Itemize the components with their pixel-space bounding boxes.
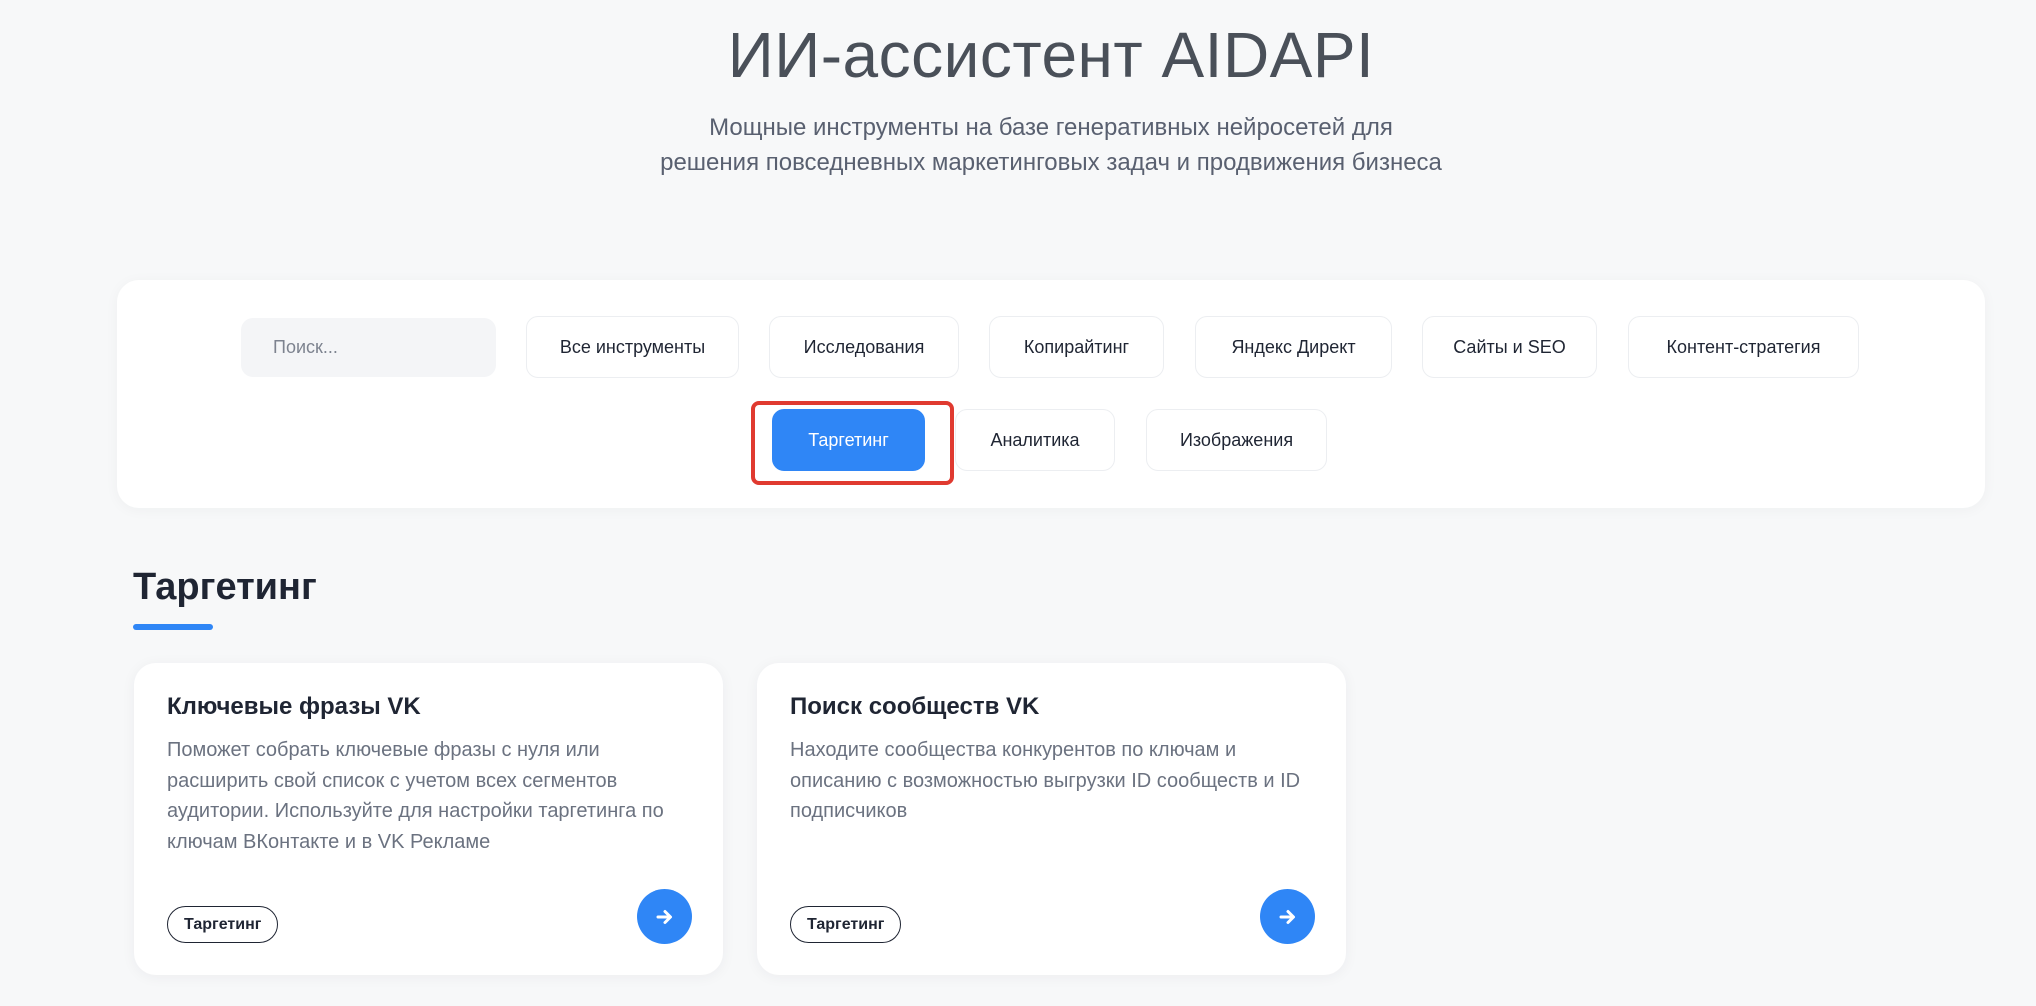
filter-targeting-button[interactable]: Таргетинг (772, 409, 925, 471)
card-tag[interactable]: Таргетинг (790, 906, 902, 943)
card-title: Поиск сообществ VK (790, 693, 1040, 720)
arrow-right-icon (656, 909, 672, 924)
section-title: Таргетинг (133, 566, 317, 608)
filter-images-button[interactable]: Изображения (1146, 409, 1327, 471)
card-open-button[interactable] (1260, 889, 1315, 944)
page-title: ИИ-ассистент AIDAPI (727, 19, 1375, 91)
filter-analytics-button[interactable]: Аналитика (955, 409, 1115, 471)
filter-panel (117, 280, 1985, 508)
subtitle-line: решения повседневных маркетинговых задач… (660, 149, 1442, 176)
arrow-right-icon (1279, 909, 1295, 924)
filter-copywriting-button[interactable]: Копирайтинг (989, 316, 1164, 378)
page-subtitle: Мощные инструменты на базе генеративных … (0, 110, 2036, 180)
card-open-button[interactable] (637, 889, 692, 944)
filter-research-button[interactable]: Исследования (769, 316, 959, 378)
card-tag[interactable]: Таргетинг (167, 906, 279, 943)
card-title: Ключевые фразы VK (167, 693, 421, 720)
filter-content-strategy-button[interactable]: Контент-стратегия (1628, 316, 1859, 378)
card-description: Находите сообщества конкурентов по ключа… (790, 739, 1301, 822)
filter-all-tools-button[interactable]: Все инструменты (526, 316, 739, 378)
search-input[interactable] (241, 318, 496, 377)
tool-card-vk-communities[interactable]: Поиск сообществ VK Находите сообщества к… (757, 663, 1346, 975)
section-underline (133, 624, 213, 630)
card-description: Поможет собрать ключевые фразы с нуля ил… (167, 739, 664, 853)
filter-yandex-direct-button[interactable]: Яндекс Директ (1195, 316, 1392, 378)
subtitle-line: Мощные инструменты на базе генеративных … (709, 114, 1393, 141)
filter-sites-seo-button[interactable]: Сайты и SEO (1422, 316, 1597, 378)
tool-card-vk-keywords[interactable]: Ключевые фразы VK Поможет собрать ключев… (134, 663, 723, 975)
